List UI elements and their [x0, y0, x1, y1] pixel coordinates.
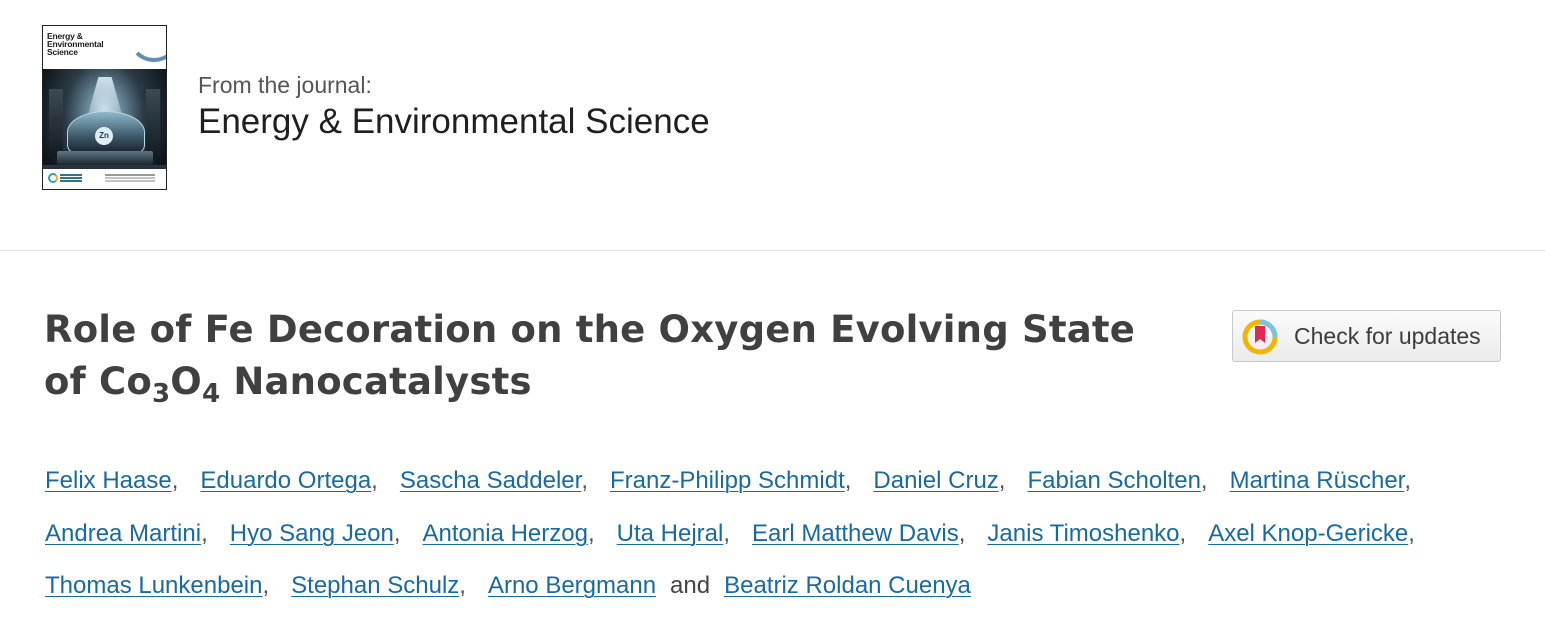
- article-title-subscript: 3: [151, 379, 171, 409]
- cover-title: Energy & Environmental Science: [47, 32, 127, 57]
- author-link[interactable]: Daniel Cruz: [873, 467, 998, 494]
- cover-art-base: [57, 151, 153, 165]
- author-separator: ,: [723, 519, 731, 547]
- article-title-line1: Role of Fe Decoration on the Oxygen Evol…: [44, 308, 1136, 351]
- cover-footer: [43, 169, 166, 189]
- author-link[interactable]: Axel Knop-Gericke: [1208, 520, 1408, 547]
- author-link[interactable]: Stephan Schulz: [291, 572, 459, 599]
- author-link[interactable]: Antonia Herzog: [423, 520, 588, 547]
- author-separator: ,: [1408, 519, 1415, 547]
- author-line: Andrea Martini, Hyo Sang Jeon, Antonia Her…: [45, 508, 1505, 561]
- page: Energy & Environmental Science Zn From t…: [0, 0, 1545, 622]
- author-separator: ,: [1404, 467, 1412, 494]
- article-title-subscript: 4: [201, 379, 221, 409]
- author-separator: ,: [201, 519, 208, 547]
- author-line: Felix Haase, Eduardo Ortega, Sascha Saddel…: [45, 455, 1505, 508]
- author-line: Thomas Lunkenbein, Stephan Schulz, Arno Be…: [45, 560, 1505, 613]
- author-separator: ,: [171, 467, 179, 494]
- author-link[interactable]: Franz-Philipp Schmidt: [610, 467, 845, 494]
- check-for-updates-label: Check for updates: [1294, 323, 1481, 349]
- author-list: Felix Haase, Eduardo Ortega, Sascha Saddel…: [45, 455, 1505, 613]
- rsc-logo-icon: [48, 173, 58, 183]
- author-link[interactable]: Martina Rüscher: [1230, 467, 1405, 494]
- author-separator: ,: [998, 467, 1006, 494]
- article-title-rest: Nanocatalysts: [220, 360, 532, 403]
- author-link[interactable]: Beatriz Roldan Cuenya: [724, 572, 971, 599]
- from-journal-label: From the journal:: [198, 72, 372, 98]
- author-link[interactable]: Eduardo Ortega: [200, 467, 371, 494]
- rsc-logo-wordmark: [60, 174, 82, 176]
- author-separator: ,: [262, 572, 270, 599]
- author-separator: ,: [844, 467, 852, 494]
- author-link[interactable]: Hyo Sang Jeon: [230, 520, 394, 547]
- author-separator: ,: [393, 519, 401, 547]
- author-link[interactable]: Earl Matthew Davis: [752, 520, 959, 547]
- author-link[interactable]: Uta Hejral: [617, 520, 724, 547]
- author-link[interactable]: Sascha Saddeler: [400, 467, 581, 494]
- cover-title-line: Science: [47, 47, 78, 57]
- author-link[interactable]: Felix Haase: [45, 467, 172, 494]
- author-separator: ,: [581, 467, 588, 494]
- author-separator: ,: [587, 519, 595, 547]
- journal-name-link[interactable]: Energy & Environmental Science: [198, 102, 710, 142]
- author-separator: ,: [958, 519, 966, 547]
- author-link[interactable]: Janis Timoshenko: [987, 520, 1179, 547]
- author-separator: ,: [371, 467, 378, 494]
- cover-fine-print: [105, 174, 155, 176]
- cover-art-pillar: [146, 89, 160, 159]
- author-separator: ,: [1200, 467, 1208, 494]
- author-conjunction: and: [670, 572, 711, 599]
- author-link[interactable]: Andrea Martini: [45, 520, 201, 547]
- journal-cover-image[interactable]: Energy & Environmental Science Zn: [42, 25, 167, 190]
- article-title: Role of Fe Decoration on the Oxygen Evol…: [44, 304, 1194, 408]
- cover-art-badge: Zn: [95, 127, 113, 145]
- author-link[interactable]: Fabian Scholten: [1027, 467, 1200, 494]
- cover-arc-decoration: [128, 26, 166, 62]
- check-for-updates-button[interactable]: Check for updates: [1232, 310, 1501, 362]
- author-link[interactable]: Thomas Lunkenbein: [45, 572, 262, 599]
- cover-art-pillar: [49, 89, 63, 159]
- author-link[interactable]: Arno Bergmann: [488, 572, 656, 599]
- journal-header: Energy & Environmental Science Zn From t…: [0, 0, 1545, 251]
- crossmark-icon: [1242, 319, 1278, 355]
- article-title-oxygen: O: [170, 360, 202, 403]
- author-separator: ,: [459, 572, 466, 599]
- article-title-of: of Co: [44, 360, 152, 403]
- author-separator: ,: [1179, 519, 1187, 547]
